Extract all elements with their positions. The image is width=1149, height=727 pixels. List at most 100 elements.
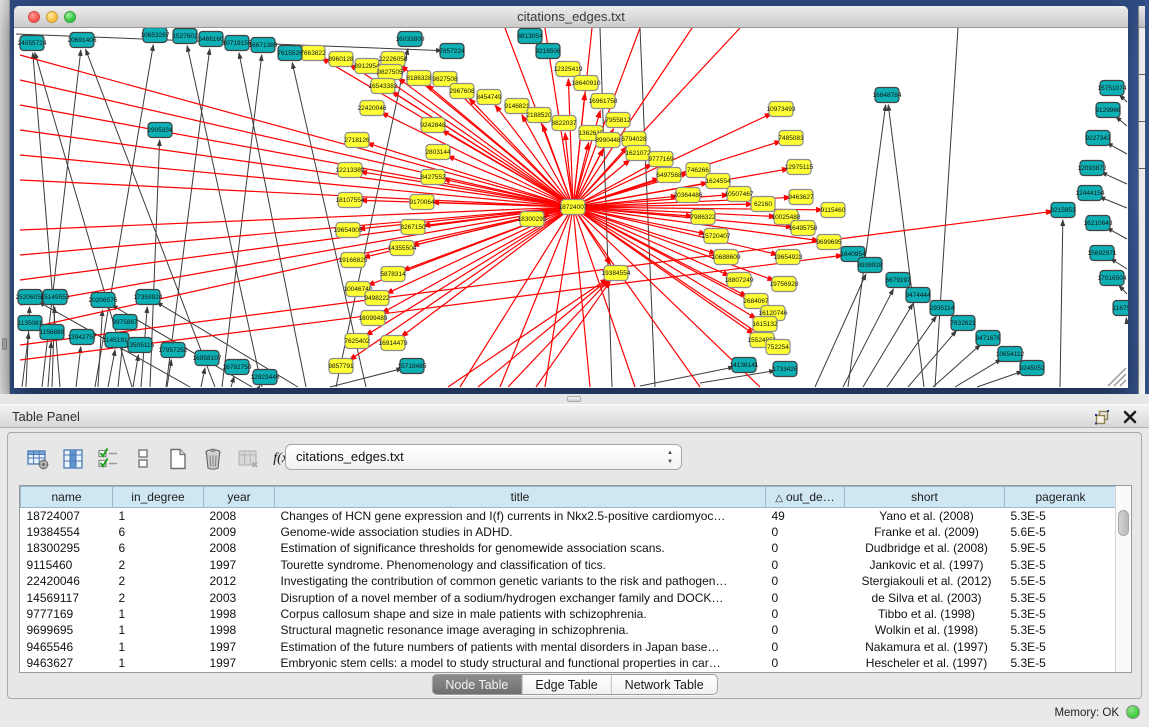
graph-node[interactable]: 8215953: [1050, 203, 1076, 218]
graph-node[interactable]: 16782759: [223, 360, 252, 375]
table-cell[interactable]: 2009: [204, 524, 275, 540]
graph-edge[interactable]: [1126, 318, 1127, 324]
table-settings-button[interactable]: [26, 446, 50, 472]
graph-node[interactable]: 9115460: [821, 203, 846, 218]
graph-edge[interactable]: [536, 281, 610, 387]
graph-node[interactable]: 1615132: [752, 317, 778, 332]
table-cell[interactable]: 9115460: [21, 557, 113, 573]
column-header-pagerank[interactable]: pagerank: [1005, 487, 1117, 508]
graph-node[interactable]: 15751074: [1098, 81, 1127, 96]
graph-node[interactable]: 9699695: [816, 235, 842, 250]
new-document-button[interactable]: [166, 446, 190, 472]
zoom-window-button[interactable]: [64, 11, 76, 23]
graph-node[interactable]: 18300295: [518, 212, 547, 227]
table-cell[interactable]: Estimation of significance thresholds fo…: [275, 540, 766, 556]
graph-node[interactable]: 16495758: [789, 221, 818, 236]
table-row[interactable]: 1456911722003Disruption of a novel membe…: [21, 589, 1117, 605]
graph-node[interactable]: 8938928: [857, 258, 883, 273]
table-cell[interactable]: Changes of HCN gene expression and I(f) …: [275, 508, 766, 524]
graph-node[interactable]: 8471676: [975, 331, 1001, 346]
graph-node[interactable]: 2967608: [449, 84, 475, 99]
graph-edge[interactable]: [1060, 220, 1063, 387]
graph-node[interactable]: 2803144: [425, 145, 451, 160]
graph-node[interactable]: 9975887: [112, 315, 138, 330]
graph-node[interactable]: 9827505: [377, 65, 403, 80]
graph-node[interactable]: 18807249: [725, 273, 754, 288]
graph-node[interactable]: 8454749: [476, 90, 502, 105]
graph-node[interactable]: 10719155: [223, 36, 252, 51]
graph-node[interactable]: 14355504: [388, 241, 417, 256]
graph-node[interactable]: 20691406: [68, 33, 97, 48]
table-scrollbar[interactable]: [1115, 486, 1131, 672]
table-cell[interactable]: 14569117: [21, 589, 113, 605]
graph-node[interactable]: 10688609: [712, 250, 741, 265]
graph-node[interactable]: 15149553: [41, 290, 70, 305]
graph-node[interactable]: 19654905: [334, 223, 363, 238]
graph-node[interactable]: 9857791: [328, 359, 354, 374]
graph-edge[interactable]: [187, 46, 262, 387]
table-cell[interactable]: Wolkin et al. (1998): [845, 622, 1005, 638]
table-cell[interactable]: Tourette syndrome. Phenomenology and cla…: [275, 557, 766, 573]
graph-edge[interactable]: [1119, 285, 1127, 294]
table-cell[interactable]: Disruption of a novel member of a sodium…: [275, 589, 766, 605]
table-cell[interactable]: Embryonic stem cells: a model to study s…: [275, 655, 766, 671]
table-cell[interactable]: 1: [113, 639, 204, 655]
graph-node[interactable]: 6794028: [621, 132, 647, 147]
graph-node[interactable]: 14136141: [730, 358, 759, 373]
graph-edge[interactable]: [863, 304, 913, 387]
table-cell[interactable]: 6: [113, 524, 204, 540]
tab-node-table[interactable]: Node Table: [432, 675, 522, 694]
column-settings-button[interactable]: [61, 446, 85, 472]
graph-node[interactable]: 9245052: [1019, 361, 1045, 376]
graph-node[interactable]: 16543382: [369, 79, 398, 94]
table-cell[interactable]: 1998: [204, 606, 275, 622]
table-cell[interactable]: Genome-wide association studies in ADHD.: [275, 524, 766, 540]
table-cell[interactable]: 19384554: [21, 524, 113, 540]
graph-edge[interactable]: [545, 207, 573, 387]
graph-node[interactable]: 9463627: [788, 190, 814, 205]
memory-status-indicator[interactable]: [1126, 705, 1140, 719]
table-row[interactable]: 946362711997Embryonic stem cells: a mode…: [21, 655, 1117, 671]
graph-edge[interactable]: [259, 386, 260, 387]
splitter-handle[interactable]: [567, 396, 581, 402]
scrollbar-thumb[interactable]: [1118, 510, 1129, 536]
table-cell[interactable]: 1: [113, 622, 204, 638]
graph-node[interactable]: 9129966: [1095, 103, 1121, 118]
table-cell[interactable]: 18300295: [21, 540, 113, 556]
graph-node[interactable]: 16914479: [379, 336, 408, 351]
import-table-disabled-button[interactable]: [236, 446, 260, 472]
graph-node[interactable]: 16033809: [396, 32, 425, 47]
graph-node[interactable]: 8813054: [517, 29, 543, 44]
table-cell[interactable]: 2012: [204, 573, 275, 589]
graph-node[interactable]: 7663822: [300, 46, 326, 61]
close-icon[interactable]: [1121, 408, 1139, 426]
graph-node[interactable]: 9474444: [905, 288, 931, 303]
graph-node[interactable]: 20206576: [89, 293, 118, 308]
table-cell[interactable]: 49: [766, 508, 845, 524]
graph-edge[interactable]: [933, 345, 981, 387]
graph-node[interactable]: 6466160: [198, 32, 224, 47]
graph-edge[interactable]: [48, 342, 51, 387]
table-cell[interactable]: Estimation of the future numbers of pati…: [275, 639, 766, 655]
graph-node[interactable]: 1527602: [172, 29, 198, 44]
table-cell[interactable]: 0: [766, 573, 845, 589]
table-row[interactable]: 969969511998Structural magnetic resonanc…: [21, 622, 1117, 638]
table-cell[interactable]: 1997: [204, 639, 275, 655]
minimize-window-button[interactable]: [46, 11, 58, 23]
graph-node[interactable]: 15720407: [702, 229, 731, 244]
table-cell[interactable]: 0: [766, 622, 845, 638]
tab-network-table[interactable]: Network Table: [612, 675, 717, 694]
graph-node[interactable]: 1624554: [705, 174, 731, 189]
graph-node[interactable]: 18724007: [559, 200, 588, 215]
table-cell[interactable]: 5.3E-5: [1005, 589, 1117, 605]
graph-node[interactable]: 9498222: [364, 291, 390, 306]
graph-node[interactable]: 2905334: [147, 123, 173, 138]
graph-node[interactable]: 9218506: [535, 44, 561, 59]
table-cell[interactable]: 5.3E-5: [1005, 508, 1117, 524]
graph-edge[interactable]: [908, 331, 956, 387]
graph-edge[interactable]: [133, 355, 138, 387]
graph-node[interactable]: 18107554: [336, 193, 365, 208]
column-header-out_de[interactable]: △out_de…: [766, 487, 845, 508]
graph-node[interactable]: 19654923: [774, 250, 803, 265]
table-cell[interactable]: 5.3E-5: [1005, 622, 1117, 638]
